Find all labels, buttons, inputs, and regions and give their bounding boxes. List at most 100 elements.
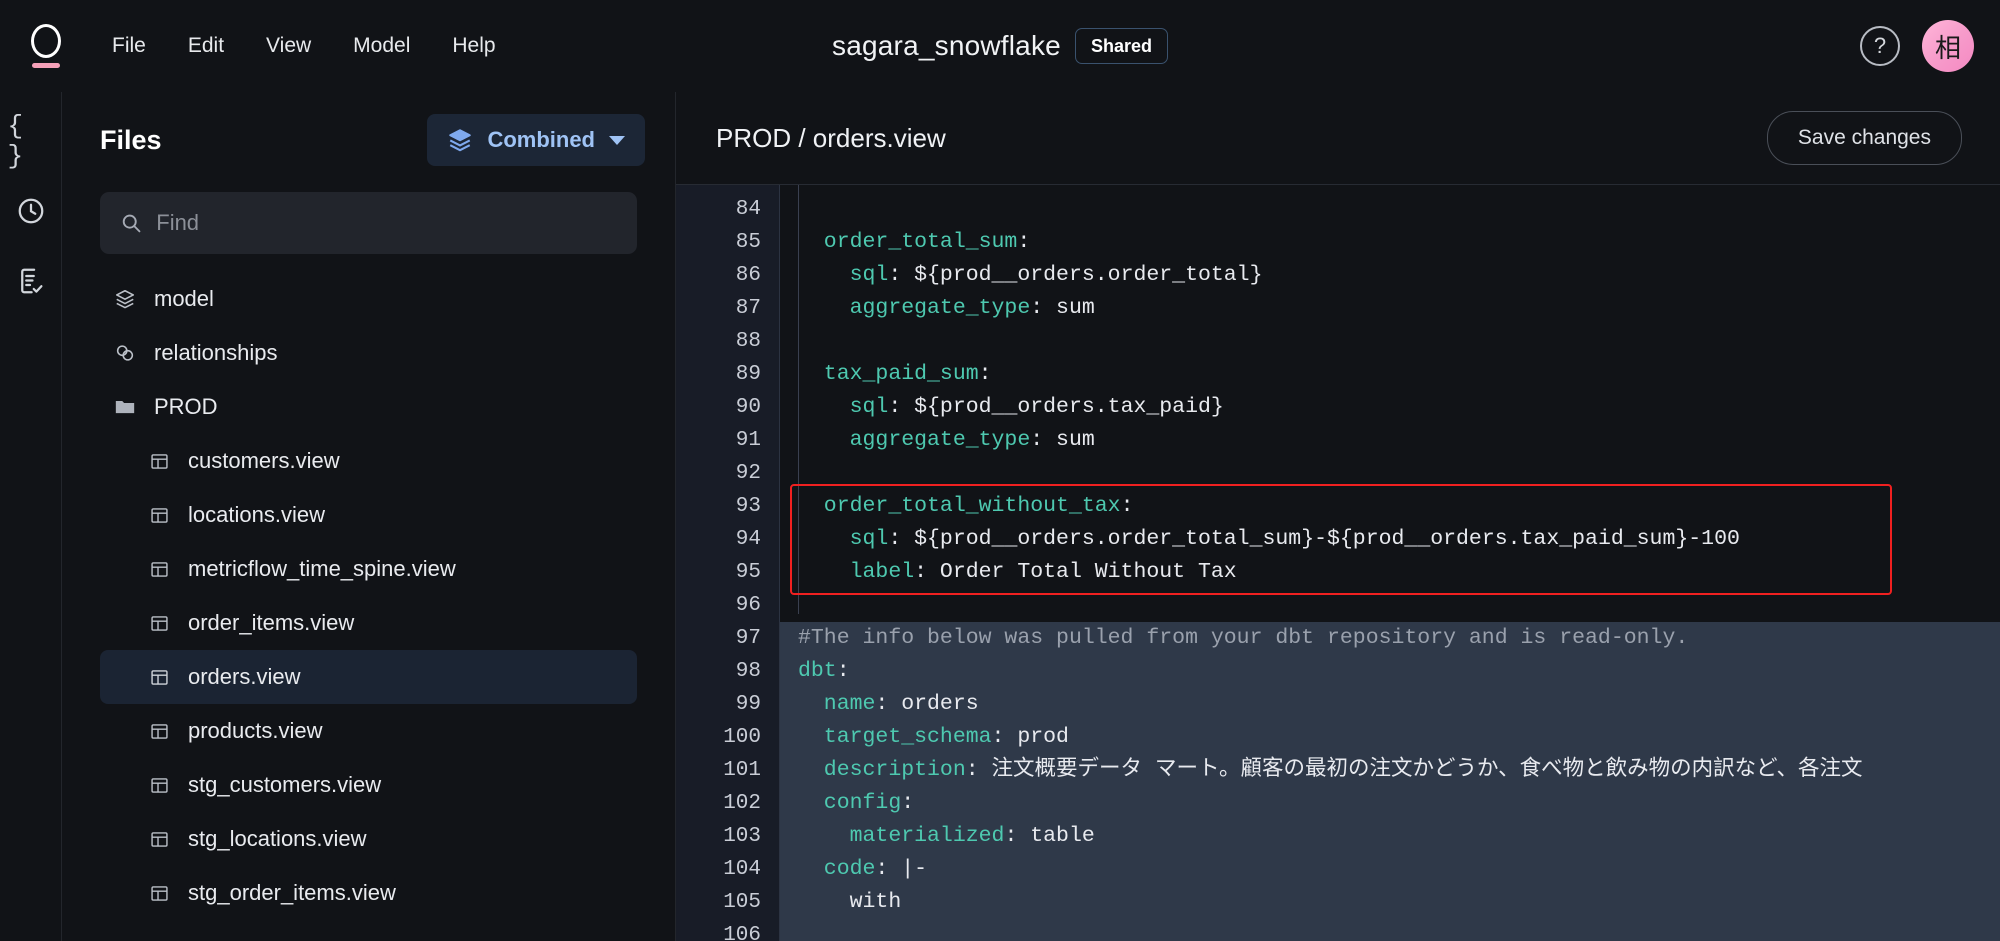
code-line[interactable]: name: orders — [798, 688, 2000, 721]
line-number: 104 — [723, 858, 761, 881]
search-box[interactable] — [100, 192, 637, 254]
yaml-key: description — [798, 758, 966, 782]
top-right-actions: ? 相 — [1860, 20, 1974, 72]
file-item-metricflow-time-spine-view[interactable]: metricflow_time_spine.view — [100, 542, 637, 596]
file-item-relationships[interactable]: relationships — [100, 326, 637, 380]
yaml-value: : ${prod__orders.order_total} — [888, 263, 1263, 287]
document-check-icon[interactable] — [8, 258, 54, 304]
code-content[interactable]: order_total_sum: sql: ${prod__orders.ord… — [780, 185, 2000, 941]
code-line[interactable] — [780, 325, 2000, 358]
yaml-key: dbt — [798, 659, 837, 683]
code-line[interactable]: aggregate_type: sum — [780, 292, 2000, 325]
menu-model[interactable]: Model — [337, 25, 426, 67]
file-item-products-view[interactable]: products.view — [100, 704, 637, 758]
folder-icon — [112, 396, 138, 418]
code-line[interactable] — [780, 589, 2000, 622]
yaml-key: tax_paid_sum — [798, 362, 979, 386]
file-tree-list: model relationships PROD customers.view … — [62, 272, 675, 941]
avatar[interactable]: 相 — [1922, 20, 1974, 72]
file-item-customers-view[interactable]: customers.view — [100, 434, 637, 488]
code-line[interactable]: dbt: — [798, 655, 2000, 688]
history-clock-icon[interactable] — [8, 188, 54, 234]
menu-bar: File Edit View Model Help — [96, 25, 512, 67]
file-item-label: metricflow_time_spine.view — [188, 556, 456, 581]
file-item-prod-folder[interactable]: PROD — [100, 380, 637, 434]
file-item-label: stg_customers.view — [188, 772, 382, 797]
code-line[interactable]: order_total_without_tax: — [780, 490, 2000, 523]
status-badge-shared[interactable]: Shared — [1074, 28, 1168, 64]
line-number: 90 — [735, 396, 761, 419]
line-number: 87 — [735, 297, 761, 320]
code-line[interactable]: tax_paid_sum: — [780, 358, 2000, 391]
code-line[interactable]: label: Order Total Without Tax — [780, 556, 2000, 589]
logo-ring-icon — [31, 24, 61, 58]
line-number-gutter: 84 85 86 87 88 89 90 91 92 93 94 95 96 97 98 99 100 101 10… — [676, 185, 780, 941]
layers-icon — [112, 288, 138, 310]
yaml-key: order_total_without_tax — [798, 494, 1121, 518]
code-line[interactable]: sql: ${prod__orders.order_total_sum}-${p… — [780, 523, 2000, 556]
code-line[interactable] — [780, 193, 2000, 226]
file-item-order-items-view[interactable]: order_items.view — [100, 596, 637, 650]
save-changes-button[interactable]: Save changes — [1766, 111, 1962, 165]
editable-yaml-block[interactable]: order_total_sum: sql: ${prod__orders.ord… — [780, 193, 2000, 622]
yaml-value: : — [836, 659, 850, 683]
yaml-value: : table — [1004, 824, 1095, 848]
yaml-key: name — [798, 692, 876, 716]
menu-view[interactable]: View — [250, 25, 327, 67]
code-line[interactable]: sql: ${prod__orders.order_total} — [780, 259, 2000, 292]
line-number: 101 — [723, 759, 761, 782]
yaml-key: aggregate_type — [798, 296, 1031, 320]
code-line[interactable] — [798, 919, 2000, 941]
search-input[interactable] — [156, 210, 617, 236]
combined-mode-dropdown[interactable]: Combined — [427, 114, 645, 166]
code-line[interactable]: materialized: table — [798, 820, 2000, 853]
file-item-label: orders.view — [188, 664, 301, 689]
code-line[interactable]: #The info below was pulled from your dbt… — [798, 622, 2000, 655]
line-number: 86 — [735, 264, 761, 287]
line-number: 91 — [735, 429, 761, 452]
code-line[interactable]: description: 注文概要データ マート。顧客の最初の注文かどうか、食べ… — [798, 754, 2000, 787]
file-item-label: relationships — [154, 340, 278, 365]
app-logo[interactable] — [0, 0, 92, 92]
file-item-stg-customers-view[interactable]: stg_customers.view — [100, 758, 637, 812]
file-item-label: customers.view — [188, 448, 340, 473]
line-number: 89 — [735, 363, 761, 386]
file-item-label: stg_order_items.view — [188, 880, 396, 905]
line-number: 98 — [735, 660, 761, 683]
line-number: 88 — [735, 330, 761, 353]
yaml-value: : 注文概要データ マート。顧客の最初の注文かどうか、食べ物と飲み物の内訳など、… — [965, 758, 1863, 782]
file-item-model[interactable]: model — [100, 272, 637, 326]
code-line[interactable]: with — [798, 886, 2000, 919]
main-body: { } Files Combined Find model relationsh… — [0, 92, 2000, 941]
file-item-label: PROD — [154, 394, 218, 419]
table-icon — [146, 829, 172, 850]
file-item-label: products.view — [188, 718, 323, 743]
code-line[interactable]: code: |- — [798, 853, 2000, 886]
combined-mode-label: Combined — [487, 127, 595, 152]
file-item-stg-locations-view[interactable]: stg_locations.view — [100, 812, 637, 866]
yaml-key: config — [798, 791, 902, 815]
code-line[interactable]: sql: ${prod__orders.tax_paid} — [780, 391, 2000, 424]
code-braces-icon[interactable]: { } — [8, 111, 54, 171]
code-line[interactable]: order_total_sum: — [780, 226, 2000, 259]
question-mark-glyph: ? — [1873, 33, 1887, 58]
menu-edit[interactable]: Edit — [172, 25, 240, 67]
line-number: 94 — [735, 528, 761, 551]
menu-file[interactable]: File — [96, 25, 162, 67]
yaml-key: label — [798, 560, 915, 584]
code-line[interactable]: target_schema: prod — [798, 721, 2000, 754]
file-item-locations-view[interactable]: locations.view — [100, 488, 637, 542]
file-item-orders-view[interactable]: orders.view — [100, 650, 637, 704]
table-icon — [146, 613, 172, 634]
code-line[interactable]: aggregate_type: sum — [780, 424, 2000, 457]
yaml-value: : sum — [1030, 296, 1095, 320]
line-number: 106 — [723, 924, 761, 941]
file-item-stg-order-items-view[interactable]: stg_order_items.view — [100, 866, 637, 920]
file-item-label: model — [154, 286, 214, 311]
code-line[interactable] — [780, 457, 2000, 490]
help-icon[interactable]: ? — [1860, 26, 1900, 66]
menu-help[interactable]: Help — [436, 25, 511, 67]
search-icon — [122, 214, 141, 233]
code-line[interactable]: config: — [798, 787, 2000, 820]
line-number: 99 — [735, 693, 761, 716]
